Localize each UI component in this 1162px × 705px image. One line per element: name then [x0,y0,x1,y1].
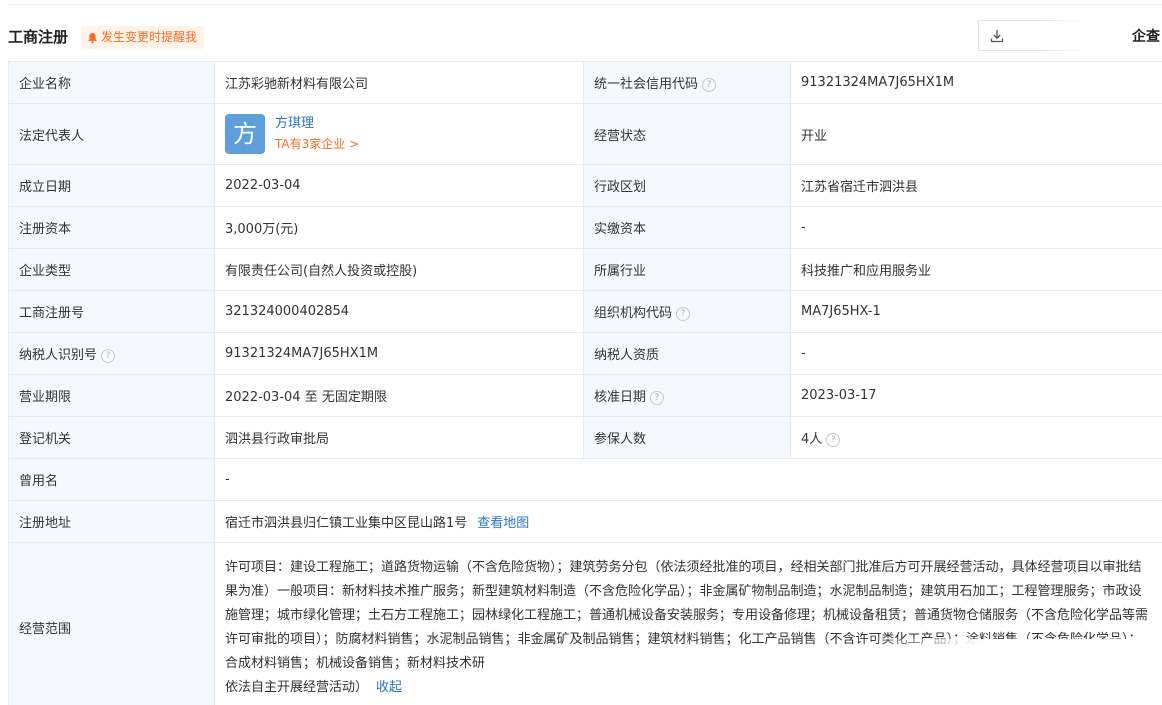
table-row: 曾用名 - [8,458,1162,501]
field-label: 行政区划 [583,164,791,207]
top-divider [8,4,1162,5]
field-label: 统一社会信用代码? [583,61,791,104]
field-value: - [214,458,1162,501]
field-label: 法定代表人 [8,103,215,165]
field-label: 工商注册号 [8,290,215,333]
table-row: 法定代表人 方 方琪理 TA有3家企业 > 经营状态 开业 [8,103,1162,165]
view-map-link[interactable]: 查看地图 [477,516,529,531]
field-value: 2022-03-04 至 无固定期限 [214,374,584,417]
table-row: 企业名称 江苏彩驰新材料有限公司 统一社会信用代码? 91321324MA7J6… [8,61,1162,104]
field-label: 营业期限 [8,374,215,417]
help-circle-icon[interactable]: ? [702,78,717,92]
field-label: 纳税人识别号? [8,332,215,375]
credit-code: 91321324MA7J65HX1M [790,61,1162,104]
download-icon [990,30,1004,43]
table-row: 营业期限 2022-03-04 至 无固定期限 核准日期? 2023-03-17 [8,374,1162,417]
help-circle-icon[interactable]: ? [101,349,116,363]
field-label: 曾用名 [8,458,215,501]
field-label: 所属行业 [583,248,791,291]
legal-rep-name-link[interactable]: 方琪理 [275,114,359,134]
field-label: 经营状态 [583,103,791,165]
legal-rep-cell: 方 方琪理 TA有3家企业 > [214,103,584,165]
field-value: 2022-03-04 [214,164,584,207]
field-label: 核准日期? [583,374,791,417]
help-circle-icon[interactable]: ? [650,391,665,405]
field-label: 经营范围 [8,542,215,705]
table-row: 经营范围 许可项目：建设工程施工；道路货物运输（不含危险货物）；建筑劳务分包（依… [8,542,1162,705]
text-fade-overlay [865,639,1162,665]
field-value: - [790,206,1162,249]
table-row: 企业类型 有限责任公司(自然人投资或控股) 所属行业 科技推广和应用服务业 [8,248,1162,291]
field-label: 企业名称 [8,61,215,104]
field-value: MA7J65HX-1 [790,290,1162,333]
field-label: 成立日期 [8,164,215,207]
field-value: 江苏省宿迁市泗洪县 [790,164,1162,207]
qicha-label[interactable]: 企查 [1132,26,1160,46]
field-label: 企业类型 [8,248,215,291]
address-cell: 宿迁市泗洪县归仁镇工业集中区昆山路1号 查看地图 [214,500,1162,543]
field-label: 注册地址 [8,500,215,543]
field-value: 321324000402854 [214,290,584,333]
reminder-label: 发生变更时提醒我 [101,30,198,44]
business-scope-tail: 依法自主开展经营活动） [225,679,369,695]
company-name: 江苏彩驰新材料有限公司 [214,61,584,104]
table-row: 注册资本 3,000万(元) 实缴资本 - [8,206,1162,249]
help-circle-icon[interactable]: ? [826,433,841,447]
change-reminder-button[interactable]: 发生变更时提醒我 [81,26,205,49]
section-title: 工商注册 [8,28,69,46]
legal-rep-companies-link[interactable]: TA有3家企业 > [275,134,359,154]
collapse-link[interactable]: 收起 [376,680,402,695]
field-label: 参保人数 [583,416,791,459]
business-registration-table: 企业名称 江苏彩驰新材料有限公司 统一社会信用代码? 91321324MA7J6… [8,61,1162,705]
address-text: 宿迁市泗洪县归仁镇工业集中区昆山路1号 [225,516,468,531]
field-value: - [790,332,1162,375]
field-label: 登记机关 [8,416,215,459]
bell-icon [88,32,97,43]
field-label: 实缴资本 [583,206,791,249]
operating-status: 开业 [790,103,1162,165]
table-row: 注册地址 宿迁市泗洪县归仁镇工业集中区昆山路1号 查看地图 [8,500,1162,543]
field-value: 91321324MA7J65HX1M [214,332,584,375]
field-value: 3,000万(元) [214,206,584,249]
field-label: 注册资本 [8,206,215,249]
header-fade [1040,20,1120,54]
field-value: 科技推广和应用服务业 [790,248,1162,291]
field-value: 4人? [790,416,1162,459]
table-row: 纳税人识别号? 91321324MA7J65HX1M 纳税人资质 - [8,332,1162,375]
table-row: 登记机关 泗洪县行政审批局 参保人数 4人? [8,416,1162,459]
field-value: 有限责任公司(自然人投资或控股) [214,248,584,291]
field-label: 组织机构代码? [583,290,791,333]
field-value: 泗洪县行政审批局 [214,416,584,459]
table-row: 工商注册号 321324000402854 组织机构代码? MA7J65HX-1 [8,290,1162,333]
section-header: 工商注册 发生变更时提醒我 企查 [0,20,1162,54]
avatar[interactable]: 方 [225,114,265,154]
table-row: 成立日期 2022-03-04 行政区划 江苏省宿迁市泗洪县 [8,164,1162,207]
field-value: 2023-03-17 [790,374,1162,417]
business-scope-cell: 许可项目：建设工程施工；道路货物运输（不含危险货物）；建筑劳务分包（依法须经批准… [214,542,1162,705]
help-circle-icon[interactable]: ? [676,307,691,321]
field-label: 纳税人资质 [583,332,791,375]
